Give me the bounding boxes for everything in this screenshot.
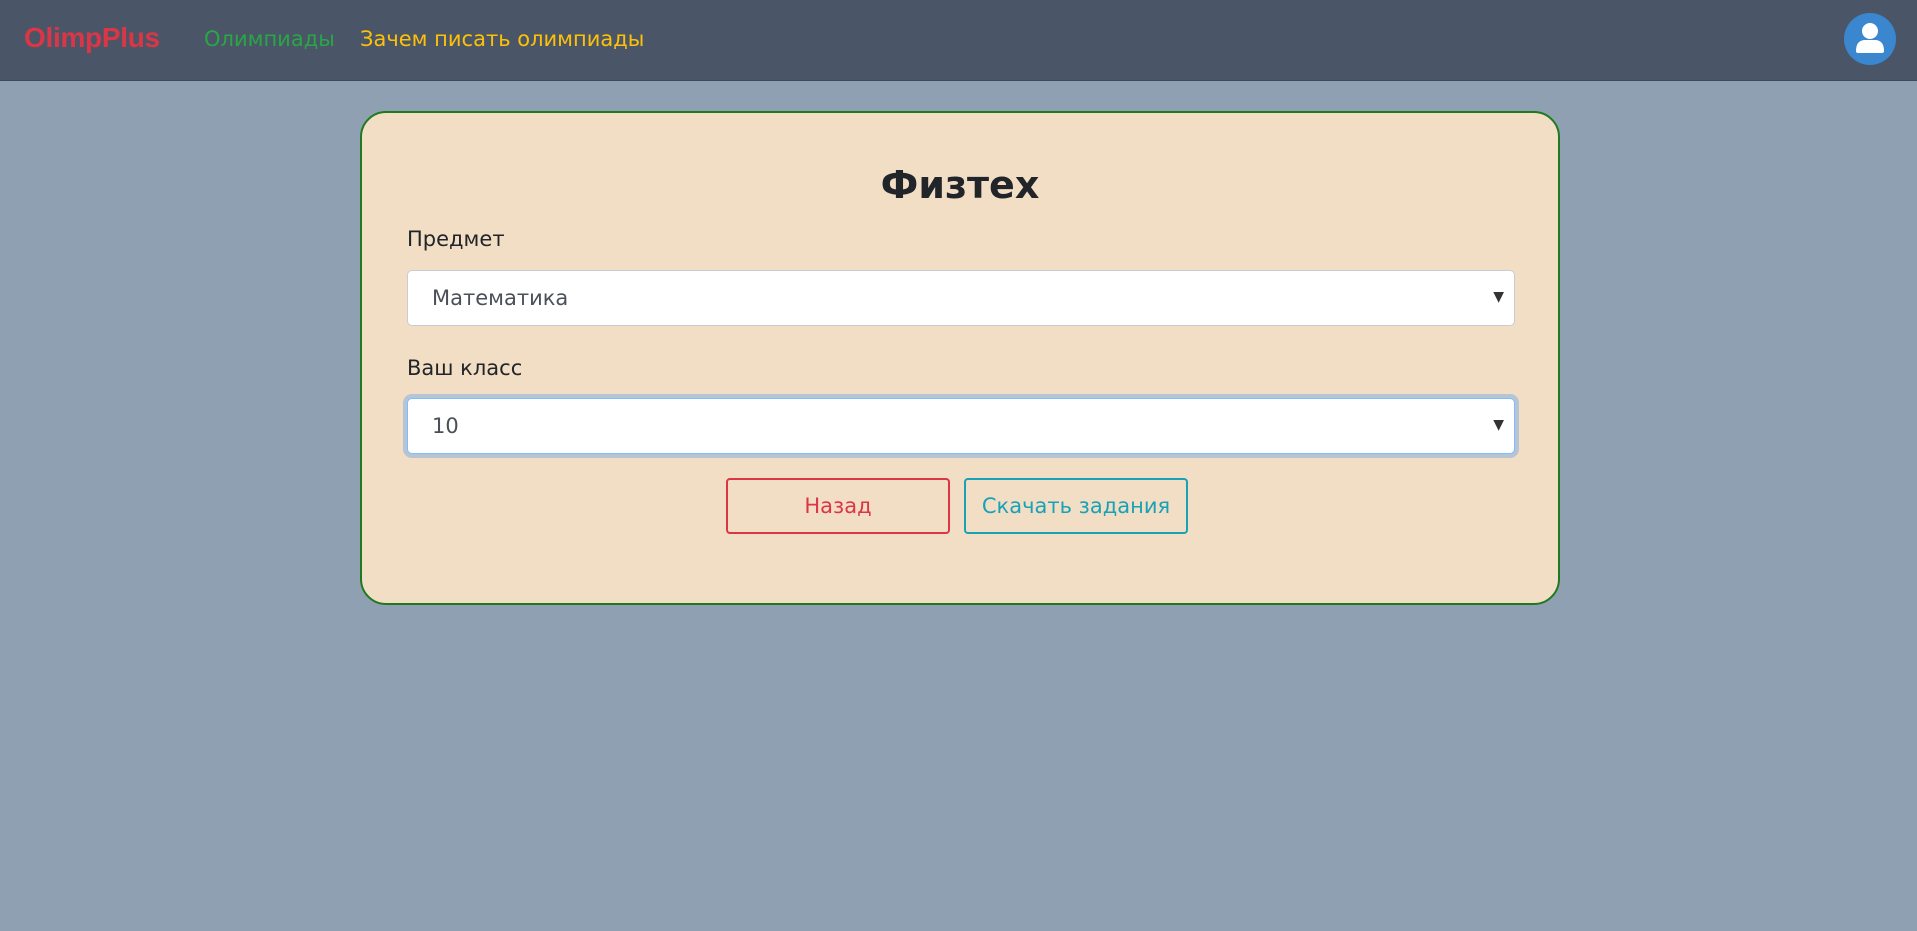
- user-avatar-icon[interactable]: [1844, 13, 1896, 65]
- subject-label: Предмет: [407, 227, 505, 251]
- nav-link-why-olympiads[interactable]: Зачем писать олимпиады: [360, 27, 644, 51]
- grade-select[interactable]: 10 ▼: [407, 398, 1515, 454]
- grade-label: Ваш класс: [407, 356, 523, 380]
- subject-selected-value: Математика: [432, 286, 569, 310]
- olympiad-card: Физтех Предмет Математика ▼ Ваш класс 10…: [360, 111, 1560, 605]
- subject-select[interactable]: Математика ▼: [407, 270, 1515, 326]
- top-navbar: OlimpPlus Олимпиады Зачем писать олимпиа…: [0, 0, 1917, 81]
- brand-logo-link[interactable]: OlimpPlus: [24, 22, 160, 54]
- chevron-down-icon: ▼: [1493, 289, 1504, 305]
- chevron-down-icon: ▼: [1493, 417, 1504, 433]
- back-button[interactable]: Назад: [726, 478, 950, 534]
- olympiad-title: Физтех: [880, 163, 1040, 207]
- nav-link-olympiads[interactable]: Олимпиады: [204, 27, 335, 51]
- download-tasks-button[interactable]: Скачать задания: [964, 478, 1188, 534]
- grade-selected-value: 10: [432, 414, 459, 438]
